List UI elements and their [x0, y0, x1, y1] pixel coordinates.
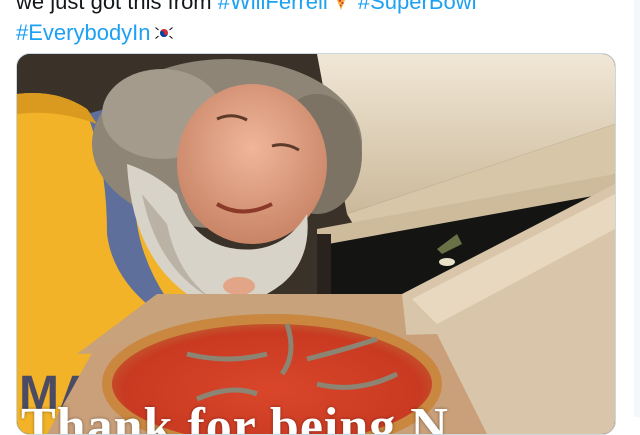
photo-illustration: MA: [17, 54, 615, 434]
hashtag-link-everybodyin[interactable]: #EverybodyIn: [16, 20, 151, 45]
tweet-media-photo[interactable]: MA Thank for being N: [16, 53, 616, 435]
tweet-line-2: #EverybodyIn: [16, 17, 626, 48]
hashtag-link-willferrell[interactable]: #WillFerrell: [218, 0, 328, 14]
hashtag-link-superbowl[interactable]: #SuperBowl: [358, 0, 477, 14]
photo-caption-text: Thank for being N: [21, 398, 449, 435]
tweet-line-1: we just got this from #WillFerrell #Supe…: [16, 0, 626, 17]
tweet-text: we just got this from #WillFerrell #Supe…: [16, 0, 626, 48]
tweet-line-1-text: we just got this from: [16, 0, 218, 14]
pizza-emoji-icon: [336, 0, 345, 10]
page-scroll-edge: [634, 0, 640, 417]
korean-flag-emoji-icon: [153, 26, 174, 40]
